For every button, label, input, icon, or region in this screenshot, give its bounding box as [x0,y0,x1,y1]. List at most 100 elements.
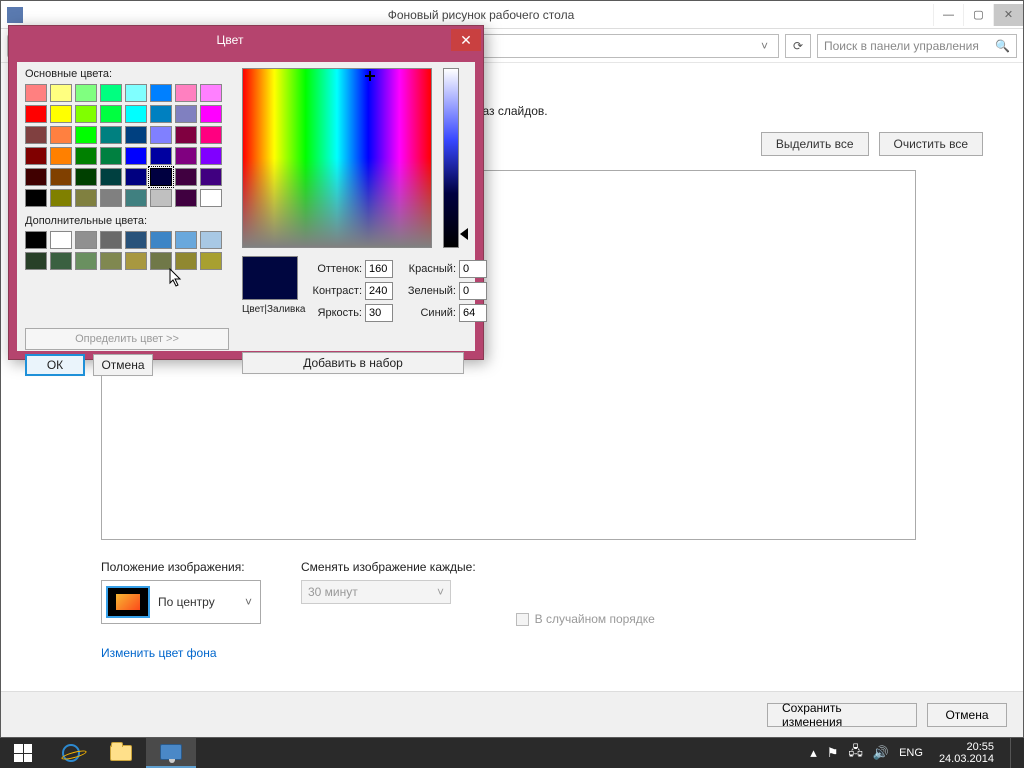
custom-color-swatch[interactable] [75,252,97,270]
color-dialog-titlebar[interactable]: Цвет ✕ [9,26,483,54]
green-input[interactable] [459,282,487,300]
basic-color-swatch[interactable] [75,168,97,186]
basic-color-swatch[interactable] [175,147,197,165]
basic-color-swatch[interactable] [100,84,122,102]
taskbar-ie-button[interactable] [46,738,96,768]
custom-color-swatch[interactable] [25,252,47,270]
basic-color-swatch[interactable] [50,168,72,186]
save-changes-button[interactable]: Сохранить изменения [767,703,917,727]
custom-color-swatch[interactable] [25,231,47,249]
custom-color-swatch[interactable] [125,231,147,249]
start-button[interactable] [0,738,46,768]
select-all-button[interactable]: Выделить все [761,132,869,156]
basic-color-swatch[interactable] [50,126,72,144]
refresh-button[interactable]: ⟳ [785,34,811,58]
taskbar-explorer-button[interactable] [96,738,146,768]
basic-color-swatch[interactable] [175,126,197,144]
tray-clock[interactable]: 20:55 24.03.2014 [933,739,1000,767]
luminance-slider[interactable] [443,68,459,248]
blue-input[interactable] [459,304,487,322]
basic-color-swatch[interactable] [200,105,222,123]
basic-color-swatch[interactable] [200,84,222,102]
basic-color-swatch[interactable] [150,84,172,102]
custom-color-swatch[interactable] [75,231,97,249]
taskbar-display-settings-button[interactable] [146,738,196,768]
custom-color-swatch[interactable] [50,231,72,249]
close-button[interactable]: ✕ [993,4,1023,26]
lum-input[interactable] [365,304,393,322]
basic-color-swatch[interactable] [150,168,172,186]
basic-color-swatch[interactable] [125,189,147,207]
basic-color-swatch[interactable] [25,126,47,144]
basic-color-swatch[interactable] [200,189,222,207]
basic-color-swatch[interactable] [25,189,47,207]
basic-color-swatch[interactable] [125,168,147,186]
basic-color-swatch[interactable] [25,105,47,123]
basic-color-swatch[interactable] [175,105,197,123]
basic-color-swatch[interactable] [150,147,172,165]
basic-color-swatch[interactable] [50,189,72,207]
minimize-button[interactable]: — [933,4,963,26]
basic-color-swatch[interactable] [25,84,47,102]
custom-color-swatch[interactable] [125,252,147,270]
address-dropdown-icon[interactable]: ˅ [757,39,772,53]
basic-color-swatch[interactable] [100,168,122,186]
tray-chevron-icon[interactable]: ▴ [810,745,817,761]
cancel-button[interactable]: Отмена [927,703,1007,727]
basic-color-swatch[interactable] [50,105,72,123]
custom-color-swatch[interactable] [100,231,122,249]
sat-input[interactable] [365,282,393,300]
custom-color-swatch[interactable] [150,231,172,249]
basic-color-swatch[interactable] [75,147,97,165]
basic-color-swatch[interactable] [125,105,147,123]
basic-color-swatch[interactable] [150,126,172,144]
basic-color-swatch[interactable] [75,189,97,207]
basic-color-swatch[interactable] [25,168,47,186]
custom-color-swatch[interactable] [200,252,222,270]
basic-color-swatch[interactable] [100,147,122,165]
custom-color-swatch[interactable] [175,252,197,270]
basic-color-swatch[interactable] [125,84,147,102]
basic-color-swatch[interactable] [200,147,222,165]
custom-color-swatch[interactable] [50,252,72,270]
basic-color-swatch[interactable] [50,147,72,165]
color-dialog-close-button[interactable]: ✕ [451,29,481,51]
basic-color-swatch[interactable] [150,189,172,207]
basic-color-swatch[interactable] [200,126,222,144]
change-color-link[interactable]: Изменить цвет фона [101,646,217,660]
clear-all-button[interactable]: Очистить все [879,132,983,156]
basic-color-swatch[interactable] [125,147,147,165]
show-desktop-button[interactable] [1010,738,1018,768]
custom-color-swatch[interactable] [200,231,222,249]
basic-color-swatch[interactable] [125,126,147,144]
basic-color-swatch[interactable] [50,84,72,102]
add-to-custom-button[interactable]: Добавить в набор [242,352,464,374]
tray-flag-icon[interactable]: ⚑ [827,745,839,761]
basic-color-swatch[interactable] [75,84,97,102]
custom-color-swatch[interactable] [150,252,172,270]
basic-color-swatch[interactable] [175,189,197,207]
maximize-button[interactable]: ▢ [963,4,993,26]
basic-color-swatch[interactable] [75,105,97,123]
basic-color-swatch[interactable] [100,105,122,123]
position-combo[interactable]: По центру ˅ [101,580,261,624]
tray-volume-icon[interactable]: 🔊 [873,745,889,761]
basic-color-swatch[interactable] [100,189,122,207]
basic-color-swatch[interactable] [175,168,197,186]
custom-color-swatch[interactable] [100,252,122,270]
basic-color-swatch[interactable] [75,126,97,144]
color-ok-button[interactable]: ОК [25,354,85,376]
basic-color-swatch[interactable] [100,126,122,144]
color-spectrum[interactable] [242,68,432,248]
basic-color-swatch[interactable] [25,147,47,165]
basic-color-swatch[interactable] [150,105,172,123]
tray-network-icon[interactable]: 🖧 [848,742,863,764]
red-input[interactable] [459,260,487,278]
color-cancel-button[interactable]: Отмена [93,354,153,376]
search-input[interactable]: Поиск в панели управления 🔍 [817,34,1017,58]
custom-color-swatch[interactable] [175,231,197,249]
tray-language[interactable]: ENG [899,747,923,759]
hue-input[interactable] [365,260,393,278]
basic-color-swatch[interactable] [175,84,197,102]
basic-color-swatch[interactable] [200,168,222,186]
